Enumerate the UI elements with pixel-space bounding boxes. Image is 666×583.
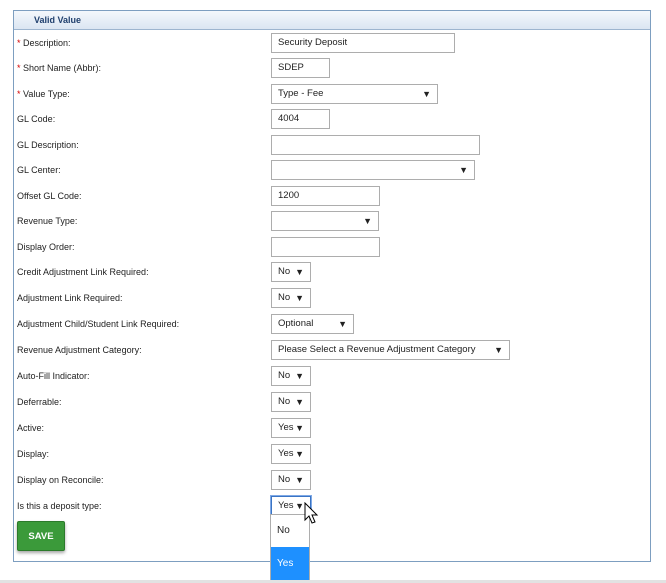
adj-link-select[interactable]: No ▼ <box>271 288 311 308</box>
auto-fill-label: Auto-Fill Indicator: <box>17 371 90 381</box>
chevron-down-icon: ▼ <box>295 371 304 381</box>
adj-link-label: Adjustment Link Required: <box>17 293 123 303</box>
adj-child-link-select[interactable]: Optional ▼ <box>271 314 354 334</box>
display-on-reconcile-select[interactable]: No ▼ <box>271 470 311 490</box>
display-row: Display: Yes ▼ <box>14 442 650 466</box>
chevron-down-icon: ▼ <box>295 501 304 511</box>
short-name-input[interactable]: SDEP <box>271 58 330 78</box>
deferrable-row: Deferrable: No ▼ <box>14 390 650 414</box>
adj-child-link-label: Adjustment Child/Student Link Required: <box>17 319 180 329</box>
adj-link-value: No <box>278 292 291 303</box>
description-input[interactable]: Security Deposit <box>271 33 455 53</box>
mouse-pointer-icon <box>304 502 319 524</box>
revenue-adj-category-value: Please Select a Revenue Adjustment Categ… <box>278 344 476 355</box>
display-order-label: Display Order: <box>17 242 75 252</box>
chevron-down-icon: ▼ <box>295 475 304 485</box>
active-select[interactable]: Yes ▼ <box>271 418 311 438</box>
short-name-label: Short Name (Abbr): <box>23 63 102 73</box>
active-value: Yes <box>278 422 294 433</box>
deposit-type-label: Is this a deposit type: <box>17 501 102 511</box>
chevron-down-icon: ▼ <box>295 449 304 459</box>
offset-gl-code-label: Offset GL Code: <box>17 191 82 201</box>
adj-child-link-value: Optional <box>278 318 314 329</box>
display-select[interactable]: Yes ▼ <box>271 444 311 464</box>
auto-fill-value: No <box>278 370 291 381</box>
short-name-row: * Short Name (Abbr): SDEP <box>14 56 650 80</box>
credit-adj-link-select[interactable]: No ▼ <box>271 262 311 282</box>
chevron-down-icon: ▼ <box>295 267 304 277</box>
gl-code-row: GL Code: 4004 <box>14 107 650 131</box>
value-type-row: * Value Type: Type - Fee ▼ <box>14 82 650 106</box>
revenue-adj-category-row: Revenue Adjustment Category: Please Sele… <box>14 338 650 362</box>
auto-fill-select[interactable]: No ▼ <box>271 366 311 386</box>
gl-code-label: GL Code: <box>17 114 56 124</box>
value-type-select[interactable]: Type - Fee ▼ <box>271 84 438 104</box>
offset-gl-code-row: Offset GL Code: 1200 <box>14 184 650 208</box>
deposit-type-row: Is this a deposit type: Yes ▼ <box>14 494 650 518</box>
credit-adj-link-label: Credit Adjustment Link Required: <box>17 267 149 277</box>
display-order-input[interactable] <box>271 237 380 257</box>
gl-center-label: GL Center: <box>17 165 61 175</box>
chevron-down-icon: ▼ <box>295 423 304 433</box>
chevron-down-icon: ▼ <box>295 397 304 407</box>
display-order-row: Display Order: <box>14 235 650 259</box>
display-on-reconcile-row: Display on Reconcile: No ▼ <box>14 468 650 492</box>
credit-adj-link-value: No <box>278 266 291 277</box>
chevron-down-icon: ▼ <box>422 89 431 99</box>
valid-value-panel: Valid Value * Description: Security Depo… <box>13 10 651 562</box>
revenue-adj-category-label: Revenue Adjustment Category: <box>17 345 142 355</box>
deferrable-select[interactable]: No ▼ <box>271 392 311 412</box>
credit-adj-link-row: Credit Adjustment Link Required: No ▼ <box>14 260 650 284</box>
revenue-adj-category-select[interactable]: Please Select a Revenue Adjustment Categ… <box>271 340 510 360</box>
chevron-down-icon: ▼ <box>338 319 347 329</box>
display-value: Yes <box>278 448 294 459</box>
gl-code-input[interactable]: 4004 <box>271 109 330 129</box>
gl-description-row: GL Description: <box>14 133 650 157</box>
gl-center-row: GL Center: ▼ <box>14 158 650 182</box>
dropdown-option-yes[interactable]: Yes <box>271 547 309 580</box>
active-label: Active: <box>17 423 45 433</box>
active-row: Active: Yes ▼ <box>14 416 650 440</box>
save-button[interactable]: SAVE <box>17 521 65 551</box>
required-marker: * <box>17 63 21 73</box>
adj-child-link-row: Adjustment Child/Student Link Required: … <box>14 312 650 336</box>
revenue-type-label: Revenue Type: <box>17 216 78 226</box>
display-on-reconcile-value: No <box>278 474 291 485</box>
deposit-type-value: Yes <box>278 500 294 511</box>
gl-center-select[interactable]: ▼ <box>271 160 475 180</box>
chevron-down-icon: ▼ <box>459 165 468 175</box>
value-type-value: Type - Fee <box>278 88 324 99</box>
display-label: Display: <box>17 449 50 459</box>
chevron-down-icon: ▼ <box>363 216 372 226</box>
display-on-reconcile-label: Display on Reconcile: <box>17 475 104 485</box>
description-label: Description: <box>23 38 71 48</box>
value-type-label: Value Type: <box>23 89 70 99</box>
adj-link-row: Adjustment Link Required: No ▼ <box>14 286 650 310</box>
revenue-type-select[interactable]: ▼ <box>271 211 379 231</box>
required-marker: * <box>17 38 21 48</box>
required-marker: * <box>17 89 21 99</box>
chevron-down-icon: ▼ <box>295 293 304 303</box>
chevron-down-icon: ▼ <box>494 345 503 355</box>
gl-description-input[interactable] <box>271 135 480 155</box>
auto-fill-row: Auto-Fill Indicator: No ▼ <box>14 364 650 388</box>
deferrable-label: Deferrable: <box>17 397 62 407</box>
gl-description-label: GL Description: <box>17 140 79 150</box>
revenue-type-row: Revenue Type: ▼ <box>14 209 650 233</box>
description-row: * Description: Security Deposit <box>14 31 650 55</box>
deferrable-value: No <box>278 396 291 407</box>
panel-title: Valid Value <box>14 11 650 30</box>
offset-gl-code-input[interactable]: 1200 <box>271 186 380 206</box>
